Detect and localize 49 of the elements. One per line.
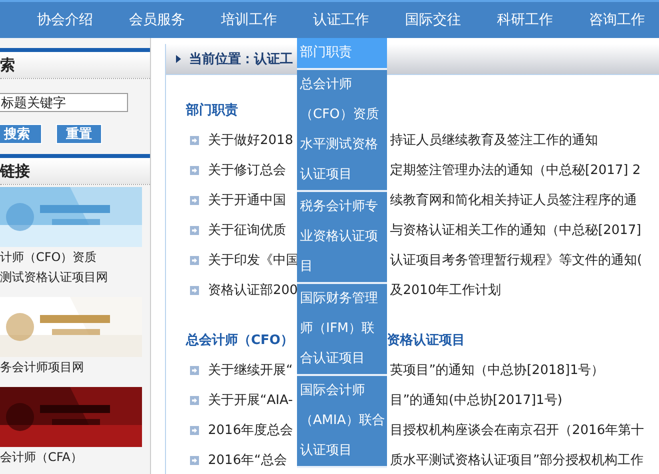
news-link[interactable]: 定期签注管理办法的通知（中总秘[2017] 2: [390, 161, 641, 179]
news-link[interactable]: 质水平测试资格认证项目”部分授权机构工作: [390, 451, 644, 469]
section-heading: 资格认证项目: [387, 332, 465, 349]
nav-item[interactable]: 咨询工作: [589, 11, 659, 29]
nav-item[interactable]: 培训工作: [221, 11, 313, 29]
news-link[interactable]: 关于继续开展“: [208, 361, 300, 379]
news-link[interactable]: 资格认证部200: [208, 281, 300, 299]
arrow-box-icon: [190, 136, 199, 144]
reset-button[interactable]: 重置: [56, 124, 102, 144]
news-link[interactable]: 目授权机构座谈会在南京召开（2016年第十: [390, 421, 644, 439]
search-button[interactable]: 搜索: [0, 124, 42, 144]
panel-title: 索: [0, 56, 15, 74]
news-link[interactable]: 关于开展“AIA-: [208, 391, 300, 409]
nav-item[interactable]: 协会介绍: [37, 11, 129, 29]
news-link[interactable]: 持证人员继续教育及签注工作的通知: [390, 131, 598, 149]
news-link[interactable]: 2016年“总会: [208, 451, 300, 469]
news-link[interactable]: 关于修订总会: [208, 161, 300, 179]
news-link[interactable]: 续教育网和简化相关持证人员签注程序的通: [390, 191, 637, 209]
link-caption[interactable]: 务会计师项目网: [0, 357, 150, 377]
arrow-box-icon: [190, 456, 199, 464]
news-link[interactable]: 英项目”的通知（中总协[2018]1号）: [390, 361, 604, 379]
triangle-icon: [176, 55, 181, 63]
arrow-box-icon: [190, 366, 199, 374]
news-link[interactable]: 目”的通知(中总协[2017]1号): [390, 391, 562, 409]
nav-item[interactable]: 国际交往: [405, 11, 497, 29]
news-link[interactable]: 2016年度总会: [208, 421, 300, 439]
arrow-box-icon: [190, 256, 199, 264]
link-caption[interactable]: 测试资格认证项目网: [0, 267, 150, 287]
news-link[interactable]: 关于做好2018: [208, 131, 300, 149]
arrow-box-icon: [190, 286, 199, 294]
news-link[interactable]: 与资格认证相关工作的通知（中总秘[2017]: [390, 221, 642, 239]
link-caption[interactable]: 会计师（CFA）: [0, 447, 150, 467]
nav-item[interactable]: 科研工作: [497, 11, 589, 29]
search-field[interactable]: 标题关键字: [0, 93, 128, 112]
arrow-box-icon: [190, 166, 199, 174]
nav-item[interactable]: 会员服务: [129, 11, 221, 29]
news-link[interactable]: 关于开通中国: [208, 191, 300, 209]
nav-item[interactable]: 认证工作: [313, 11, 405, 29]
news-link[interactable]: 关于征询优质: [208, 221, 300, 239]
news-link[interactable]: 认证项目考务管理暂行规程》等文件的通知(: [390, 251, 642, 269]
section-heading: 部门职责: [186, 102, 239, 119]
arrow-box-icon: [190, 226, 199, 234]
link-caption[interactable]: 计师（CFO）资质: [0, 247, 150, 267]
news-link[interactable]: 及2010年工作计划: [390, 281, 502, 299]
arrow-box-icon: [190, 196, 199, 204]
breadcrumb: 当前位置：认证工: [189, 51, 293, 68]
arrow-box-icon: [190, 396, 199, 404]
section-heading: 总会计师（CFO）: [186, 332, 294, 349]
arrow-box-icon: [190, 426, 199, 434]
